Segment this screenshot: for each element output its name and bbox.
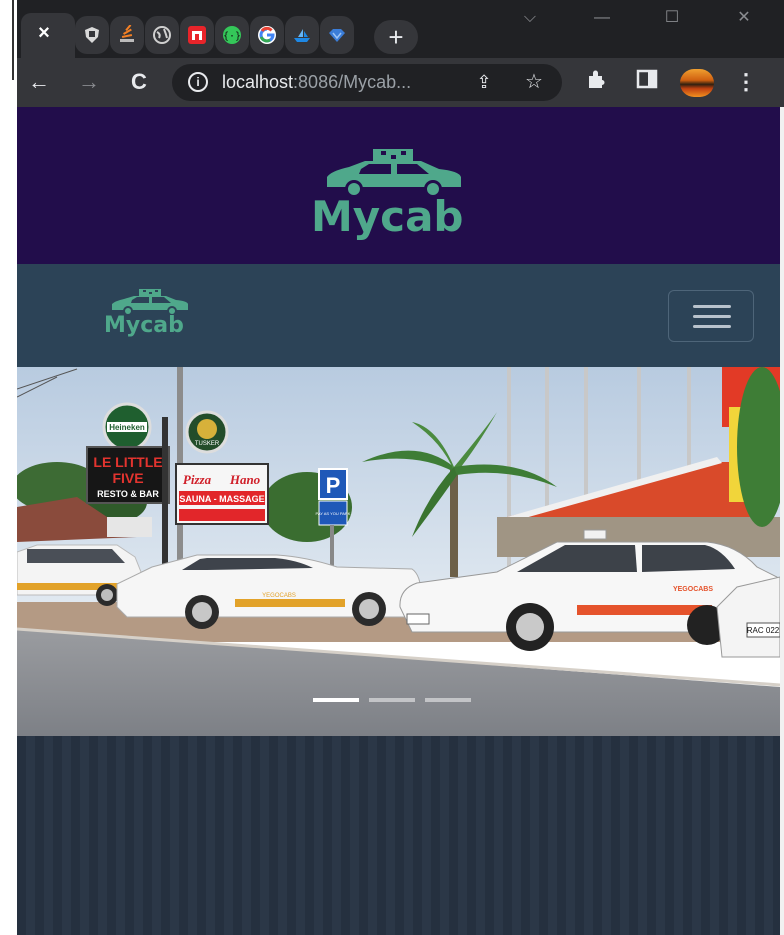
plate-text: RAC 022 xyxy=(747,626,780,635)
site-logo[interactable]: Mycab xyxy=(309,147,489,242)
stack-icon xyxy=(120,25,134,42)
desktop-edge xyxy=(0,0,17,935)
navbar-toggler-button[interactable] xyxy=(668,290,754,342)
site-info-icon[interactable]: i xyxy=(188,72,208,92)
carousel-indicator-3[interactable] xyxy=(425,698,471,702)
hero-carousel[interactable]: Heineken TUSKER LE LITTLE FIVE RESTO & B… xyxy=(17,367,780,736)
tab-strip: × {·} + ⌵ — ☐ ✕ xyxy=(17,0,784,58)
pinned-tab-4[interactable] xyxy=(180,16,214,54)
forward-arrow-icon[interactable]: → xyxy=(75,68,103,96)
hamburger-line-icon xyxy=(693,305,731,308)
window-edge xyxy=(780,107,784,935)
brackets-icon: {·} xyxy=(223,26,241,44)
navbar: Mycab xyxy=(17,264,780,367)
pizza-sign-line2: Hano xyxy=(229,472,261,487)
browser-window: × {·} + ⌵ — ☐ ✕ ← → C i localhost:8086/M… xyxy=(0,0,784,935)
bar-sign-line2: FIVE xyxy=(112,470,143,486)
bar-sign-line3: RESTO & BAR xyxy=(97,489,159,499)
svg-text:{·}: {·} xyxy=(223,31,241,42)
pinned-tab-8[interactable] xyxy=(320,16,354,54)
panel-icon xyxy=(636,69,658,89)
url-host: localhost xyxy=(222,72,294,92)
pinned-tab-7[interactable] xyxy=(285,16,319,54)
url-text[interactable]: localhost:8086/Mycab... xyxy=(222,72,411,93)
close-tab-icon[interactable]: × xyxy=(34,23,54,43)
pizza-sign-line1: Pizza xyxy=(183,472,212,487)
pinned-tab-2[interactable] xyxy=(110,16,144,54)
bookmark-star-icon[interactable]: ☆ xyxy=(522,70,546,94)
carousel-indicators xyxy=(313,698,473,704)
tusker-sign-text: TUSKER xyxy=(195,441,220,447)
taxi-brand-text-2: YEGOCABS xyxy=(673,586,713,593)
shield-icon xyxy=(85,27,99,43)
back-arrow-icon[interactable]: ← xyxy=(25,68,53,96)
pinned-tab-5[interactable]: {·} xyxy=(215,16,249,54)
navbar-brand[interactable]: Mycab xyxy=(102,287,212,342)
google-icon xyxy=(258,26,276,44)
n-logo-icon xyxy=(188,26,206,44)
extensions-icon[interactable] xyxy=(583,68,611,96)
web-page: Mycab Mycab Heineken TUSKER LE LITTLE FI… xyxy=(17,107,780,935)
navbar-brand-text: Mycab xyxy=(104,313,184,338)
bar-sign-line1: LE LITTLE xyxy=(93,454,162,470)
menu-kebab-icon[interactable]: ⋮ xyxy=(732,68,760,96)
address-bar[interactable]: i localhost:8086/Mycab... ⇪ ☆ xyxy=(172,64,562,101)
hamburger-line-icon xyxy=(693,315,731,318)
carousel-indicator-2[interactable] xyxy=(369,698,415,702)
profile-avatar[interactable] xyxy=(680,69,714,97)
parking-sign-sub: PAY AS YOU PARK xyxy=(316,511,351,516)
logo-text: Mycab xyxy=(311,192,464,241)
pinned-tab-1[interactable] xyxy=(75,16,109,54)
diamond-icon xyxy=(329,29,345,42)
maximize-button[interactable]: ☐ xyxy=(657,6,687,30)
url-path: :8086/Mycab... xyxy=(293,72,412,92)
carousel-slide-image: Heineken TUSKER LE LITTLE FIVE RESTO & B… xyxy=(17,367,780,736)
active-tab[interactable]: × xyxy=(21,13,75,58)
pinned-tab-6[interactable] xyxy=(250,16,284,54)
parking-sign-letter: P xyxy=(326,473,341,498)
tab-search-icon[interactable]: ⌵ xyxy=(515,6,545,30)
share-icon[interactable]: ⇪ xyxy=(472,70,496,94)
puzzle-icon xyxy=(589,70,605,88)
minimize-button[interactable]: — xyxy=(587,6,617,30)
carousel-indicator-1[interactable] xyxy=(313,698,359,702)
taxi-brand-text-1: YEGOCABS xyxy=(262,593,296,599)
close-window-button[interactable]: ✕ xyxy=(729,6,759,30)
reload-icon[interactable]: C xyxy=(125,68,153,96)
pizza-sign-line3: SAUNA - MASSAGE xyxy=(179,494,264,504)
boat-icon xyxy=(294,29,310,42)
globe-icon xyxy=(153,26,171,44)
heineken-sign-text: Heineken xyxy=(109,423,145,432)
brand-header: Mycab xyxy=(17,107,780,264)
hamburger-line-icon xyxy=(693,325,731,328)
browser-chrome: × {·} + ⌵ — ☐ ✕ ← → C i localhost:8086/M… xyxy=(17,0,784,107)
browser-toolbar: ← → C i localhost:8086/Mycab... ⇪ ☆ ⋮ xyxy=(17,58,784,107)
side-panel-icon[interactable] xyxy=(633,68,661,96)
new-tab-button[interactable]: + xyxy=(374,20,418,54)
pinned-tab-3[interactable] xyxy=(145,16,179,54)
dark-content-section xyxy=(17,736,780,935)
